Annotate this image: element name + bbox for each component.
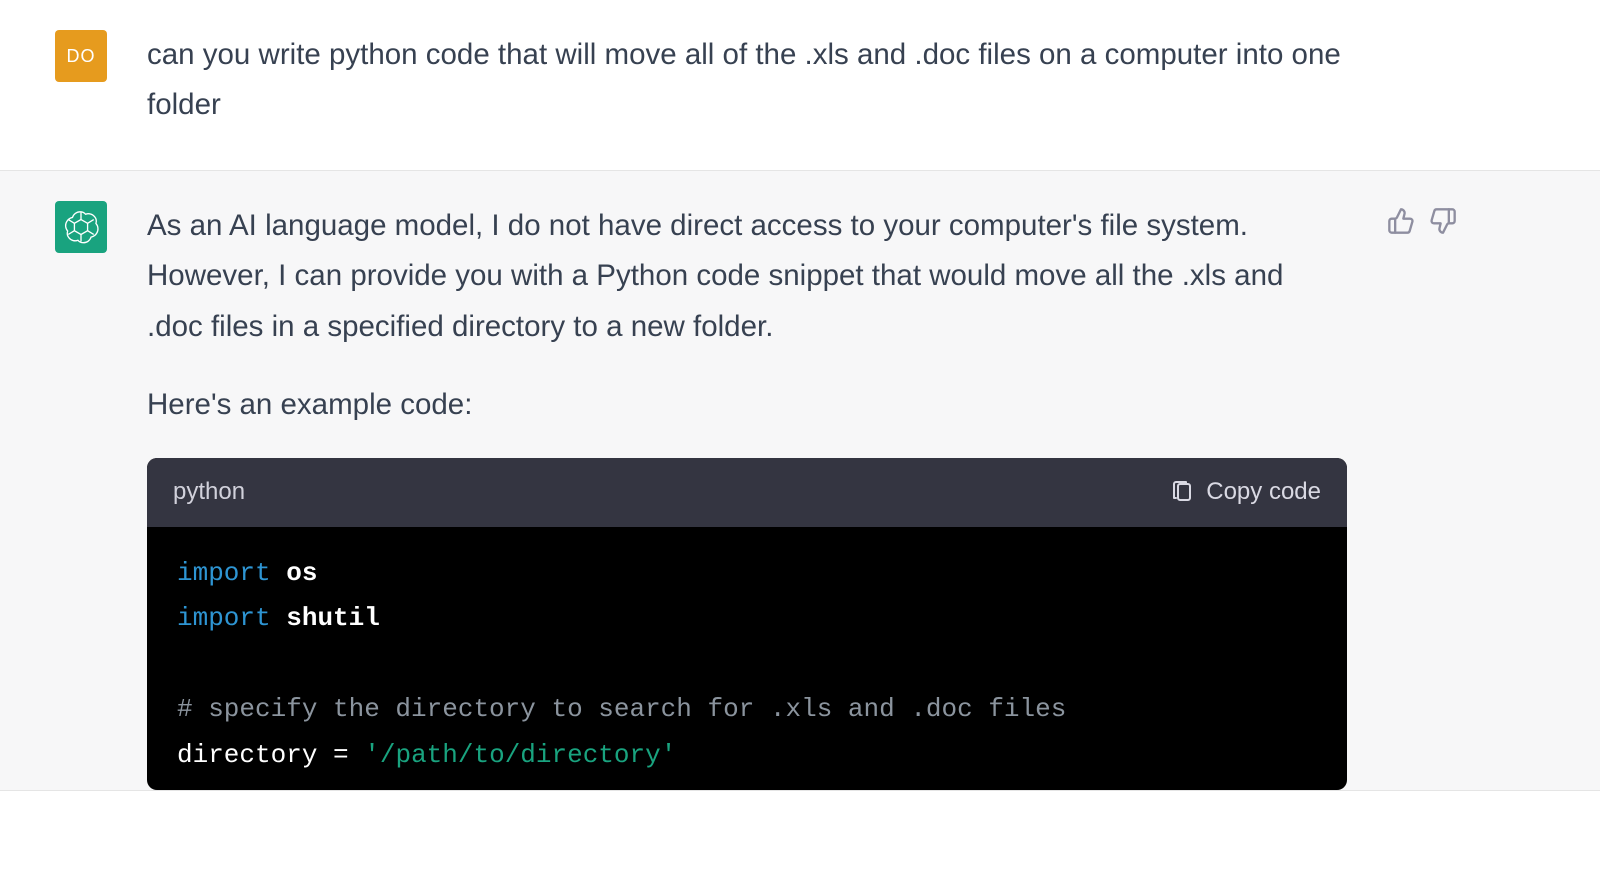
user-message-content: can you write python code that will move… [147,30,1347,130]
code-token-identifier: directory [177,740,317,770]
feedback-buttons [1387,201,1457,790]
code-token-module: shutil [286,603,380,633]
user-avatar-initials: DO [67,46,96,67]
user-message-row: DO can you write python code that will m… [0,0,1600,171]
thumbs-up-button[interactable] [1387,207,1415,235]
thumbs-up-icon [1387,207,1415,235]
assistant-message-row: As an AI language model, I do not have d… [0,171,1600,791]
openai-logo-icon [63,209,99,245]
clipboard-icon [1170,480,1194,504]
code-token-keyword: import [177,558,271,588]
assistant-message-content: As an AI language model, I do not have d… [147,201,1347,790]
copy-code-label: Copy code [1206,478,1321,506]
code-language-label: python [173,472,245,513]
code-content: import os import shutil # specify the di… [147,527,1347,791]
code-token-module: os [286,558,317,588]
assistant-paragraph-1: As an AI language model, I do not have d… [147,201,1347,351]
code-token-string: '/path/to/directory' [364,740,676,770]
code-block: python Copy code import os import shutil… [147,458,1347,790]
assistant-avatar [55,201,107,253]
thumbs-down-icon [1429,207,1457,235]
assistant-paragraph-2: Here's an example code: [147,380,1347,430]
code-token-keyword: import [177,603,271,633]
thumbs-down-button[interactable] [1429,207,1457,235]
copy-code-button[interactable]: Copy code [1170,478,1321,506]
user-message-text: can you write python code that will move… [147,30,1347,130]
code-header: python Copy code [147,458,1347,527]
code-token-comment: # specify the directory to search for .x… [177,694,1066,724]
user-avatar: DO [55,30,107,82]
code-token-operator: = [333,740,349,770]
